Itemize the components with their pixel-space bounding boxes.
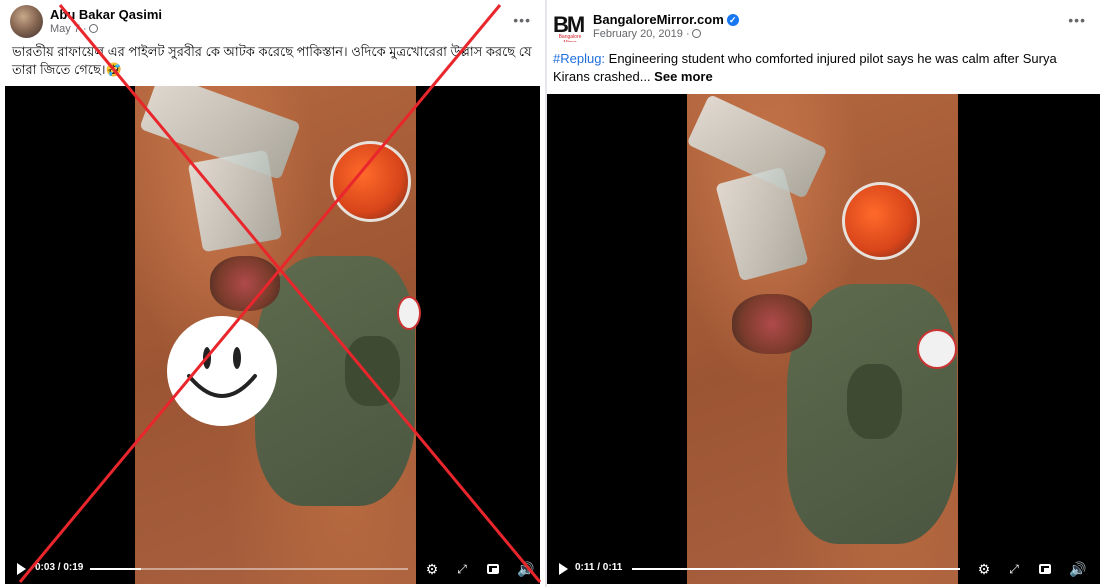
fullscreen-icon[interactable]: ⤢ — [453, 560, 471, 578]
left-post: Abu Bakar Qasimi May 7 · ••• ভারতীয় রাফ… — [0, 0, 545, 587]
pilot-face-image — [210, 256, 280, 311]
post-date-text[interactable]: May 7 · — [50, 23, 87, 35]
video-controls: 0:11 / 0:11 ⚙ ⤢ 🔊 — [547, 554, 1100, 584]
video-progress-bar[interactable] — [632, 568, 960, 570]
volume-icon[interactable]: 🔊 — [517, 560, 535, 578]
hashtag-link[interactable]: #Replug: — [553, 51, 605, 66]
shoulder-patch-image — [917, 329, 957, 369]
video-frame — [686, 94, 958, 584]
author-name[interactable]: BangaloreMirror.com ✓ — [593, 12, 739, 27]
more-options-button[interactable]: ••• — [1068, 12, 1086, 28]
play-icon[interactable] — [559, 563, 568, 575]
video-controls: 0:03 / 0:19 ⚙ ⤢ 🔊 — [5, 554, 540, 584]
settings-icon[interactable]: ⚙ — [975, 560, 993, 578]
glove-image — [345, 336, 400, 406]
helmet-image — [842, 182, 920, 260]
verified-icon: ✓ — [726, 14, 739, 26]
pilot-face-image — [732, 294, 812, 354]
volume-icon[interactable]: 🔊 — [1069, 560, 1087, 578]
globe-icon — [691, 29, 701, 38]
pip-icon[interactable] — [487, 564, 499, 574]
logo-subtitle: Bangalore Mirror — [558, 34, 582, 42]
avatar[interactable] — [10, 5, 43, 38]
see-more-link[interactable]: See more — [654, 69, 713, 84]
fullscreen-icon[interactable]: ⤢ — [1005, 560, 1023, 578]
settings-icon[interactable]: ⚙ — [423, 560, 441, 578]
author-name-text[interactable]: BangaloreMirror.com — [593, 12, 724, 27]
glove-image — [847, 364, 902, 439]
video-player[interactable]: 0:11 / 0:11 ⚙ ⤢ 🔊 — [547, 94, 1100, 584]
pip-icon[interactable] — [1039, 564, 1051, 574]
video-time: 0:11 / 0:11 — [575, 562, 623, 573]
video-player[interactable]: 0:03 / 0:19 ⚙ ⤢ 🔊 — [5, 86, 540, 584]
right-post: BM Bangalore Mirror BangaloreMirror.com✓… — [547, 0, 1100, 587]
parachute-lines-image — [187, 149, 283, 253]
post-date[interactable]: February 20, 2019 · — [593, 28, 701, 40]
shoulder-patch-image — [397, 296, 421, 330]
bangalore-mirror-logo[interactable]: BM Bangalore Mirror — [553, 8, 587, 42]
play-icon[interactable] — [17, 563, 26, 575]
post-body: Engineering student who comforted injure… — [553, 51, 1057, 84]
post-text: ভারতীয় রাফায়েল এর পাইলট সুরবীর কে আটক … — [12, 44, 532, 77]
more-options-button[interactable]: ••• — [513, 12, 531, 28]
post-date-text[interactable]: February 20, 2019 · — [593, 28, 690, 40]
post-header: BM Bangalore Mirror BangaloreMirror.com✓… — [547, 0, 1100, 42]
post-header: Abu Bakar Qasimi May 7 · ••• — [0, 0, 545, 42]
smiley-icon — [167, 316, 277, 426]
globe-icon — [88, 24, 98, 33]
post-date[interactable]: May 7 · — [50, 23, 98, 35]
post-text: #Replug: Engineering student who comfort… — [553, 50, 1083, 86]
author-name[interactable]: Abu Bakar Qasimi — [50, 7, 162, 22]
video-progress-fill — [632, 568, 960, 570]
video-progress-fill — [90, 568, 141, 570]
video-progress-bar[interactable] — [90, 568, 408, 570]
video-time: 0:03 / 0:19 — [35, 562, 84, 573]
helmet-image — [330, 141, 411, 222]
